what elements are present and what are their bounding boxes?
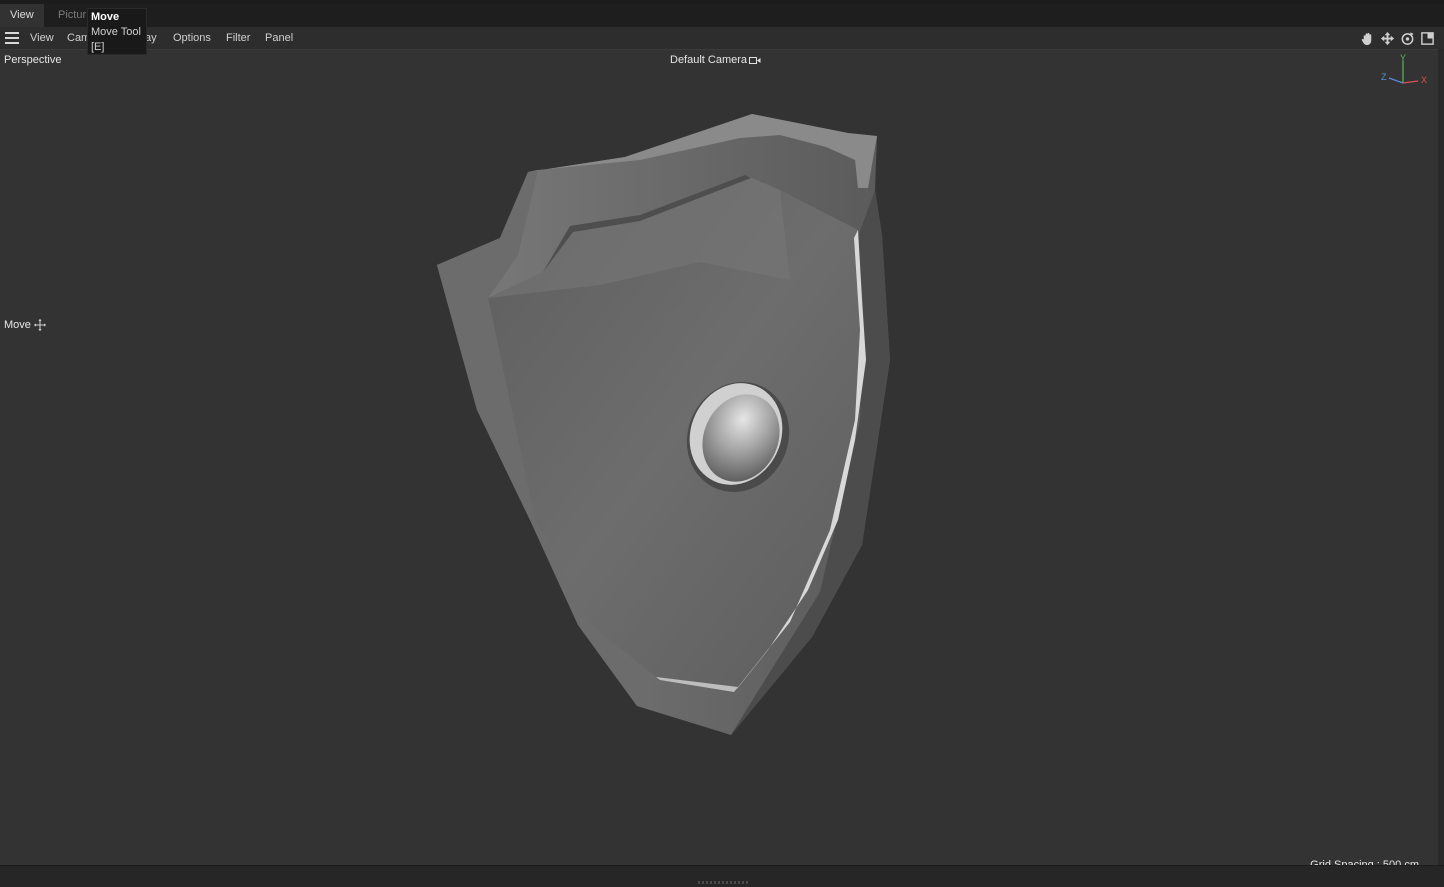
tooltip-description: Move Tool xyxy=(91,26,141,38)
viewport-menu-bar: View Cam ay Options Filter Panel xyxy=(0,27,1444,49)
dolly-move-icon[interactable] xyxy=(1379,29,1396,47)
active-tool-label: Move xyxy=(4,319,46,331)
active-tool-name: Move xyxy=(4,319,31,331)
viewport-projection-label[interactable]: Perspective xyxy=(4,54,61,66)
orbit-rotate-icon[interactable] xyxy=(1399,29,1416,47)
move-cross-icon xyxy=(33,319,46,331)
tooltip: Move Move Tool [E] xyxy=(87,8,147,55)
tab-view[interactable]: View xyxy=(0,4,44,27)
viewport-bottom-bar xyxy=(0,865,1444,887)
camera-name: Default Camera xyxy=(670,54,748,66)
viewport-border xyxy=(1438,49,1444,865)
pan-hand-icon[interactable] xyxy=(1359,29,1376,47)
hamburger-menu-icon[interactable] xyxy=(5,32,19,44)
tooltip-shortcut: [E] xyxy=(91,41,105,53)
viewport-nav-icons xyxy=(1359,29,1436,47)
camera-icon xyxy=(749,56,761,64)
axis-y-label: Y xyxy=(1400,53,1406,63)
menu-filter[interactable]: Filter xyxy=(226,27,250,49)
3d-viewport[interactable] xyxy=(0,49,1438,865)
resize-grip[interactable] xyxy=(698,881,750,884)
axis-z-label: Z xyxy=(1381,72,1387,82)
tooltip-title: Move xyxy=(91,11,120,23)
menu-view[interactable]: View xyxy=(30,27,54,49)
menu-options[interactable]: Options xyxy=(173,27,211,49)
maximize-view-icon[interactable] xyxy=(1419,29,1436,47)
axis-x-label: X xyxy=(1421,75,1427,85)
active-camera-label[interactable]: Default Camera xyxy=(670,54,761,66)
axis-gizmo: Y X Z xyxy=(1381,53,1427,85)
tab-bar: View Pictur xyxy=(0,4,1444,27)
menu-panel[interactable]: Panel xyxy=(265,27,293,49)
